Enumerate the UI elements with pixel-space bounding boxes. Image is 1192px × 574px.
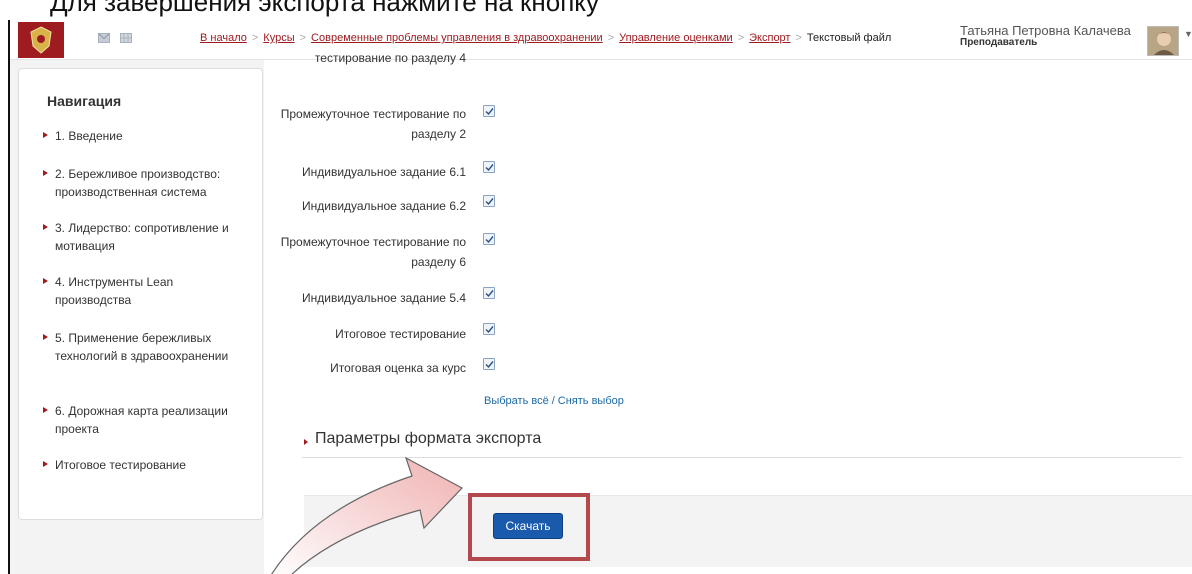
- messages-icon[interactable]: [98, 33, 110, 43]
- grade-item-checkbox[interactable]: [483, 105, 495, 117]
- expand-triangle-icon: [43, 334, 48, 340]
- sidebar-item-1[interactable]: 1. Введение: [43, 127, 243, 145]
- expand-triangle-icon: [43, 170, 48, 176]
- grade-item-label: Индивидуальное задание 6.2: [301, 199, 466, 213]
- university-logo[interactable]: [18, 22, 64, 58]
- sidebar-item-label: Итоговое тестирование: [55, 458, 186, 472]
- breadcrumb-course[interactable]: Современные проблемы управления в здраво…: [311, 32, 603, 44]
- sidebar-item-5[interactable]: 5. Применение бережливых технологий в зд…: [43, 329, 243, 365]
- breadcrumb-home[interactable]: В начало: [200, 32, 247, 44]
- breadcrumb: В начало > Курсы > Современные проблемы упра…: [200, 32, 891, 44]
- instruction-caption-strip: Для завершения экспорта нажмите на кнопк…: [0, 0, 1192, 20]
- sidebar-item-label: 2. Бережливое производство: производстве…: [55, 167, 221, 199]
- breadcrumb-separator: >: [607, 32, 615, 44]
- grade-item-checkbox[interactable]: [483, 287, 495, 299]
- sidebar-item-final-test[interactable]: Итоговое тестирование: [43, 456, 243, 474]
- breadcrumb-courses[interactable]: Курсы: [263, 32, 294, 44]
- export-format-section-header[interactable]: Параметры формата экспорта: [302, 426, 1182, 458]
- grade-item-checkbox[interactable]: [483, 358, 495, 370]
- expand-triangle-icon: [43, 278, 48, 284]
- expand-triangle-icon: [43, 461, 48, 467]
- breadcrumb-current: Текстовый файл: [806, 32, 892, 44]
- grade-item-label: Индивидуальное задание 6.1: [301, 165, 466, 179]
- grade-item-checkbox[interactable]: [483, 233, 495, 245]
- sidebar-item-label: 4. Инструменты Lean производства: [55, 275, 174, 307]
- select-separator: /: [551, 395, 555, 407]
- breadcrumb-separator: >: [251, 32, 259, 44]
- breadcrumb-separator: >: [299, 32, 307, 44]
- select-all-link[interactable]: Выбрать всё: [484, 395, 549, 407]
- chevron-down-icon[interactable]: ▼: [1184, 29, 1192, 39]
- navigation-title: Навигация: [47, 93, 122, 109]
- grade-item-label: Промежуточное тестирование по разделу 2: [280, 107, 466, 141]
- navigation-block: Навигация 1. Введение 2. Бережливое прои…: [18, 68, 263, 520]
- sidebar-item-label: 5. Применение бережливых технологий в зд…: [55, 331, 229, 363]
- sidebar-item-label: 6. Дорожная карта реализации проекта: [55, 404, 228, 436]
- grade-item-label: тестирование по разделу 4: [314, 51, 466, 65]
- user-name: Татьяна Петровна Калачева: [960, 23, 1131, 38]
- sidebar-item-2[interactable]: 2. Бережливое производство: производстве…: [43, 165, 243, 201]
- user-role: Преподаватель: [960, 37, 1038, 48]
- form-footer: [304, 495, 1192, 567]
- expand-triangle-icon: [43, 224, 48, 230]
- instruction-caption: Для завершения экспорта нажмите на кнопк…: [50, 0, 599, 17]
- avatar[interactable]: [1147, 26, 1179, 56]
- breadcrumb-export[interactable]: Экспорт: [749, 32, 790, 44]
- sidebar-item-label: 3. Лидерство: сопротивление и мотивация: [55, 221, 229, 253]
- main-content: тестирование по разделу 4 Промежуточное …: [264, 51, 1192, 574]
- screenshot-frame: В начало > Курсы > Современные проблемы упра…: [8, 20, 1192, 574]
- sidebar-item-label: 1. Введение: [55, 129, 123, 143]
- select-toggle-links: Выбрать всё / Снять выбор: [484, 395, 624, 407]
- breadcrumb-grade-management[interactable]: Управление оценками: [619, 32, 733, 44]
- grade-item-label: Индивидуальное задание 5.4: [301, 291, 466, 305]
- deselect-all-link[interactable]: Снять выбор: [558, 395, 624, 407]
- calendar-icon[interactable]: [120, 33, 132, 43]
- expand-triangle-icon: [43, 132, 48, 138]
- user-menu[interactable]: Татьяна Петровна Калачева Преподаватель: [960, 23, 1140, 48]
- top-navbar: В начало > Курсы > Современные проблемы упра…: [10, 20, 1192, 60]
- sidebar-item-4[interactable]: 4. Инструменты Lean производства: [43, 273, 243, 309]
- grade-item-label: Итоговое тестирование: [335, 327, 466, 341]
- highlight-box: [468, 493, 590, 561]
- expand-triangle-icon: [43, 407, 48, 413]
- sidebar-item-6[interactable]: 6. Дорожная карта реализации проекта: [43, 402, 243, 438]
- breadcrumb-separator: >: [795, 32, 802, 44]
- grade-item-checkbox[interactable]: [483, 323, 495, 335]
- grade-item-checkbox[interactable]: [483, 195, 495, 207]
- breadcrumb-separator: >: [737, 32, 745, 44]
- grade-item-checkbox[interactable]: [483, 161, 495, 173]
- sidebar-item-3[interactable]: 3. Лидерство: сопротивление и мотивация: [43, 219, 243, 255]
- collapsed-triangle-icon: [304, 439, 308, 445]
- grade-item-label: Промежуточное тестирование по разделу 6: [280, 235, 466, 269]
- grade-item-label: Итоговая оценка за курс: [330, 361, 466, 375]
- export-format-section-title: Параметры формата экспорта: [315, 430, 542, 447]
